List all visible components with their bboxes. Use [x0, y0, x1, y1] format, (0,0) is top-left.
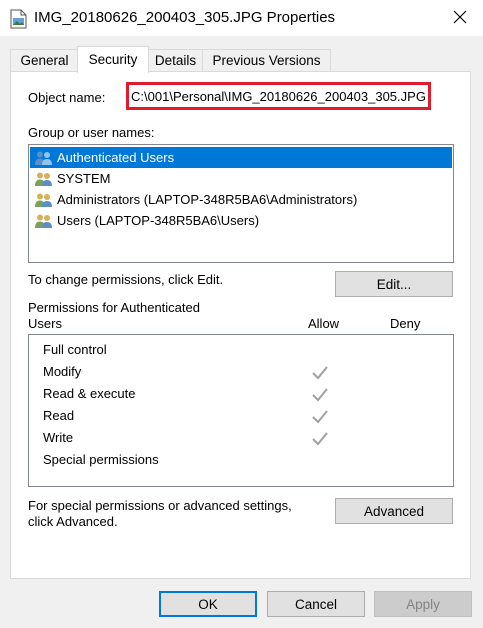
- window-title: IMG_20180626_200403_305.JPG Properties: [34, 9, 336, 26]
- users-group-icon: [34, 213, 54, 229]
- tab-previous-versions[interactable]: Previous Versions: [202, 49, 331, 72]
- change-permissions-hint: To change permissions, click Edit.: [28, 272, 224, 287]
- list-item[interactable]: Authenticated Users: [30, 147, 452, 168]
- file-icon: [10, 9, 27, 29]
- advanced-hint-line2: click Advanced.: [28, 514, 118, 529]
- list-item[interactable]: Users (LAPTOP-348R5BA6\Users): [30, 210, 452, 231]
- users-group-icon: [34, 192, 54, 208]
- user-name: SYSTEM: [57, 171, 111, 186]
- permissions-for-label: Permissions for Authenticated: [28, 300, 200, 315]
- permission-row: Full control: [43, 342, 107, 357]
- close-button[interactable]: [437, 0, 483, 36]
- permissions-for-label-user: Users: [28, 316, 62, 331]
- group-label: Group or user names:: [28, 125, 155, 140]
- user-list[interactable]: Authenticated Users SYSTEM Administrator…: [28, 144, 454, 263]
- allow-check-icon: [311, 430, 329, 448]
- close-icon: [453, 10, 467, 27]
- deny-column-header: Deny: [390, 316, 421, 331]
- list-item[interactable]: SYSTEM: [30, 168, 452, 189]
- permission-row: Read & execute: [43, 386, 136, 401]
- allow-check-icon: [311, 364, 329, 382]
- allow-column-header: Allow: [308, 316, 340, 331]
- security-panel: Object name: C:\001\Personal\IMG_2018062…: [10, 71, 471, 579]
- allow-check-icon: [311, 386, 329, 404]
- advanced-hint-line1: For special permissions or advanced sett…: [28, 498, 292, 513]
- users-group-icon: [34, 150, 54, 166]
- user-name: Authenticated Users: [57, 150, 175, 165]
- users-group-icon: [34, 171, 54, 187]
- properties-dialog: IMG_20180626_200403_305.JPG Properties G…: [0, 0, 483, 628]
- edit-button[interactable]: Edit...: [335, 271, 453, 297]
- cancel-button[interactable]: Cancel: [267, 591, 365, 617]
- permissions-list[interactable]: Full control Modify Read & execute Read …: [28, 334, 454, 487]
- permission-row: Special permissions: [43, 452, 159, 467]
- tab-security[interactable]: Security: [77, 46, 149, 73]
- permission-row: Write: [43, 430, 74, 445]
- object-name-text: C:\001\Personal\IMG_20180626_200403_305.…: [131, 88, 426, 104]
- advanced-button[interactable]: Advanced: [335, 498, 453, 524]
- tab-general[interactable]: General: [10, 49, 79, 72]
- tab-details[interactable]: Details: [147, 49, 204, 72]
- permission-row: Read: [43, 408, 75, 423]
- object-name-label: Object name:: [28, 90, 106, 105]
- ok-button[interactable]: OK: [159, 591, 257, 617]
- user-name: Administrators (LAPTOP-348R5BA6\Administ…: [57, 192, 358, 207]
- user-name: Users (LAPTOP-348R5BA6\Users): [57, 213, 260, 228]
- allow-check-icon: [311, 408, 329, 426]
- object-name-value: C:\001\Personal\IMG_20180626_200403_305.…: [126, 82, 431, 110]
- apply-button: Apply: [374, 591, 472, 617]
- title-bar: IMG_20180626_200403_305.JPG Properties: [0, 0, 483, 36]
- permission-row: Modify: [43, 364, 82, 379]
- list-item[interactable]: Administrators (LAPTOP-348R5BA6\Administ…: [30, 189, 452, 210]
